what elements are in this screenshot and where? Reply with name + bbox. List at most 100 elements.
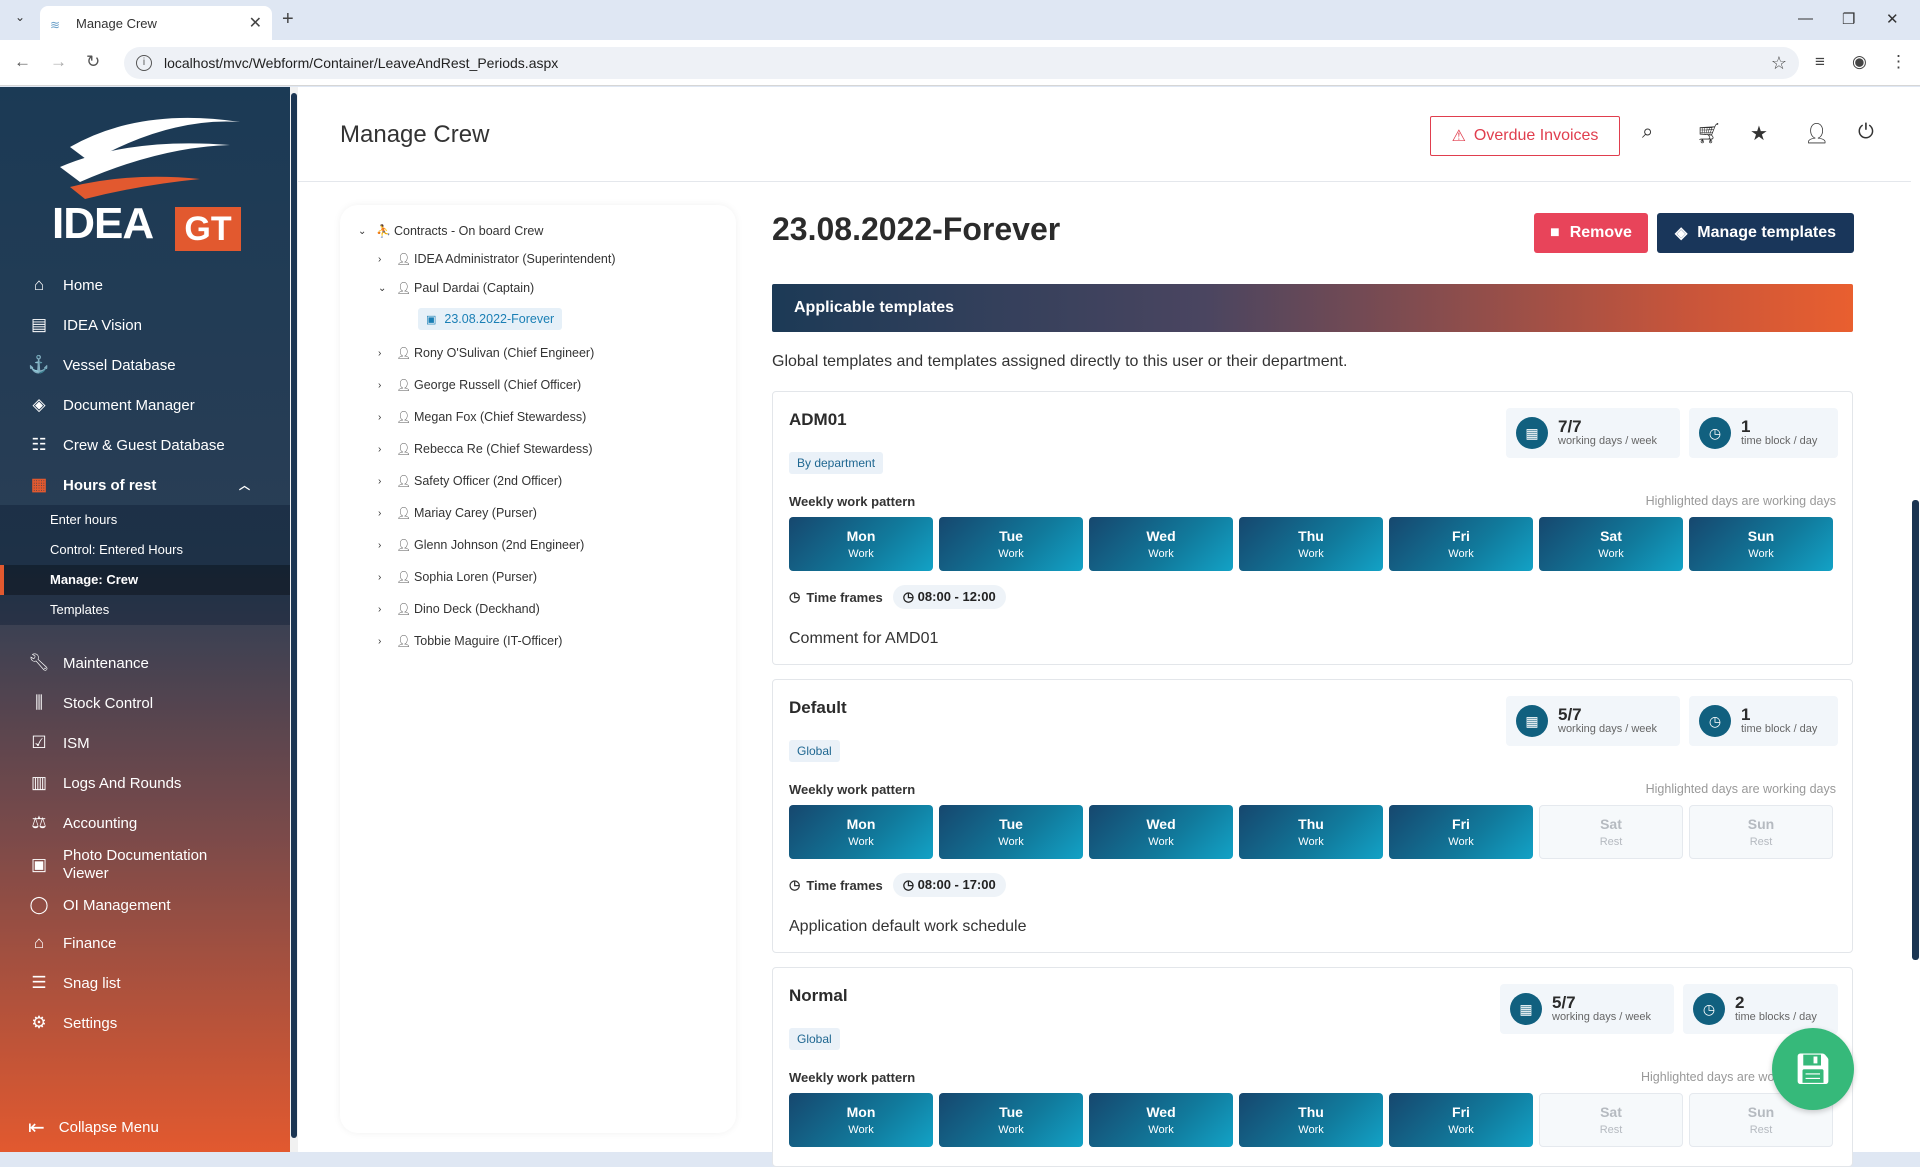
tab-close-icon[interactable]: ✕ [249,13,262,33]
menu-dots-icon[interactable]: ⋮ [1890,52,1907,72]
browser-tab[interactable]: ≋ Manage Crew ✕ [40,6,272,40]
tree-member[interactable]: › 👤︎ Rony O'Sulivan (Chief Engineer) [378,346,594,360]
chevron-down-icon[interactable]: ⌄ [378,283,396,294]
chevron-down-icon[interactable]: ⌄ [358,226,376,237]
tree-member[interactable]: › 👤︎ Dino Deck (Deckhand) [378,602,540,616]
page-title: Manage Crew [340,121,490,148]
chevron-right-icon[interactable]: › [378,636,396,647]
address-bar-row: ← → ↻ i localhost/mvc/Webform/Container/… [0,40,1920,86]
user-icon[interactable]: 👤︎ [1804,121,1829,146]
template-scope-tag: By department [789,452,884,474]
tree-member[interactable]: › 👤︎ Sophia Loren (Purser) [378,570,537,584]
template-card-default: Default Global ▦ 5/7 working days / week … [772,679,1853,953]
submenu-templates[interactable]: Templates [0,595,290,625]
bookmark-star-icon[interactable]: ☆ [1771,53,1787,74]
submenu-enter-hours[interactable]: Enter hours [0,505,290,535]
logo-gt-text: GT [175,207,241,251]
submenu-control-entered-hours[interactable]: Control: Entered Hours [0,535,290,565]
chevron-right-icon[interactable]: › [378,412,396,423]
template-comment: Application default work schedule [789,918,1027,935]
save-button[interactable]: 💾︎ [1772,1028,1854,1110]
sidebar-item-vessel-database[interactable]: ⚓ Vessel Database [0,345,290,385]
chevron-right-icon[interactable]: › [378,348,396,359]
sidebar-item-crew-guest-database[interactable]: ☷ Crew & Guest Database [0,425,290,465]
url-field[interactable]: i localhost/mvc/Webform/Container/LeaveA… [124,47,1799,79]
minimize-icon[interactable]: — [1798,10,1813,27]
day-status: Work [1598,548,1624,560]
back-icon[interactable]: ← [14,52,31,72]
sidebar-scrollbar-thumb[interactable] [291,93,297,1138]
tree-member[interactable]: › 👤︎ IDEA Administrator (Superintendent) [378,252,616,266]
day-name: Sat [1600,1104,1622,1120]
sidebar-item-logs-and-rounds[interactable]: ▥ Logs And Rounds [0,763,290,803]
search-icon[interactable]: ⌕ [1642,121,1653,144]
collapse-menu-button[interactable]: ⇤ Collapse Menu [28,1115,159,1140]
list-icon: ☰ [31,973,47,992]
sidebar-scrollbar[interactable] [290,87,298,1152]
tree-root[interactable]: ⌄ ⛹ Contracts - On board Crew [358,224,543,238]
restore-icon[interactable]: ❐ [1842,10,1855,28]
tree-member[interactable]: › 👤︎ Tobbie Maguire (IT-Officer) [378,634,562,648]
tree-member[interactable]: › 👤︎ Rebecca Re (Chief Stewardess) [378,442,593,456]
cart-icon[interactable]: 🛒︎ [1696,121,1721,146]
tree-member[interactable]: › 👤︎ Glenn Johnson (2nd Engineer) [378,538,584,552]
tree-member[interactable]: ⌄ 👤︎ Paul Dardai (Captain) [378,281,534,295]
tree-period-selected[interactable]: ▣ 23.08.2022-Forever [418,308,563,330]
chevron-right-icon[interactable]: › [378,604,396,615]
sidebar-item-label: Finance [63,934,117,952]
day-name: Sun [1747,816,1775,832]
day-fri: Fri Work [1389,517,1533,571]
sidebar-item-document-manager[interactable]: ◈ Document Manager [0,385,290,425]
sidebar-item-maintenance[interactable]: 🔧︎ Maintenance [0,643,290,683]
wrench-icon: 🔧︎ [28,653,50,672]
chevron-right-icon[interactable]: › [378,540,396,551]
window-close-icon[interactable]: ✕ [1886,10,1899,28]
overdue-invoices-button[interactable]: ⚠ Overdue Invoices [1430,116,1620,156]
profile-icon[interactable]: ◉ [1852,52,1867,72]
day-wed: Wed Work [1089,805,1233,859]
chevron-right-icon[interactable]: › [378,572,396,583]
weekly-pattern-label: Weekly work pattern [789,494,916,509]
sidebar-item-settings[interactable]: ⚙ Settings [0,1003,290,1043]
manage-templates-button[interactable]: ◈ Manage templates [1657,213,1854,253]
reload-icon[interactable]: ↻ [86,52,100,72]
clock-icon: ◷ [902,589,918,604]
chevron-right-icon[interactable]: › [378,508,396,519]
chevron-right-icon[interactable]: › [378,444,396,455]
sidebar-item-accounting[interactable]: ⚖ Accounting [0,803,290,843]
site-info-icon[interactable]: i [136,55,152,71]
working-days-stat: ▦ 7/7 working days / week [1506,408,1680,458]
tab-list-chevron-icon[interactable]: ⌄ [10,10,30,30]
tree-member[interactable]: › 👤︎ Megan Fox (Chief Stewardess) [378,410,586,424]
sidebar-item-photo-documentation-viewer[interactable]: ▣ Photo Documentation Viewer [0,843,290,887]
sidebar-item-idea-vision[interactable]: ▤ IDEA Vision [0,305,290,345]
sidebar-item-label: Document Manager [63,396,195,414]
sidebar-item-finance[interactable]: ⌂ Finance [0,923,290,963]
sidebar-item-ism[interactable]: ☑ ISM [0,723,290,763]
sidebar-item-label: Stock Control [63,694,154,712]
media-icon[interactable]: ≡ [1815,52,1825,72]
sidebar-item-stock-control[interactable]: ⫼ Stock Control [0,683,290,723]
favorites-star-icon[interactable]: ★ [1750,121,1768,146]
submenu-manage-crew[interactable]: Manage: Crew [0,565,290,595]
sidebar-item-oi-management[interactable]: ◯ OI Management [0,887,290,923]
tree-member[interactable]: › 👤︎ Safety Officer (2nd Officer) [378,474,562,488]
new-tab-button[interactable]: + [282,8,294,31]
chevron-right-icon[interactable]: › [378,476,396,487]
tree-member[interactable]: › 👤︎ Mariay Carey (Purser) [378,506,537,520]
gear-icon: ⚙ [31,1013,47,1032]
chevron-right-icon[interactable]: › [378,254,396,265]
remove-button[interactable]: ■ Remove [1534,213,1648,253]
sidebar-item-home[interactable]: ⌂ Home [0,265,290,305]
sidebar-item-hours-of-rest[interactable]: ▦ Hours of rest ︿ [0,465,290,505]
chevron-right-icon[interactable]: › [378,380,396,391]
power-icon[interactable]: ⏻ [1858,121,1874,144]
sidebar-item-snag-list[interactable]: ☰ Snag list [0,963,290,1003]
main-scrollbar[interactable] [1911,180,1920,1152]
main-scrollbar-thumb[interactable] [1912,500,1919,960]
day-tue: Tue Work [939,805,1083,859]
layers-icon: ◈ [1674,225,1688,242]
tree-member[interactable]: › 👤︎ George Russell (Chief Officer) [378,378,581,392]
forward-icon[interactable]: → [50,52,67,72]
clock-icon: ◷ [789,877,801,892]
